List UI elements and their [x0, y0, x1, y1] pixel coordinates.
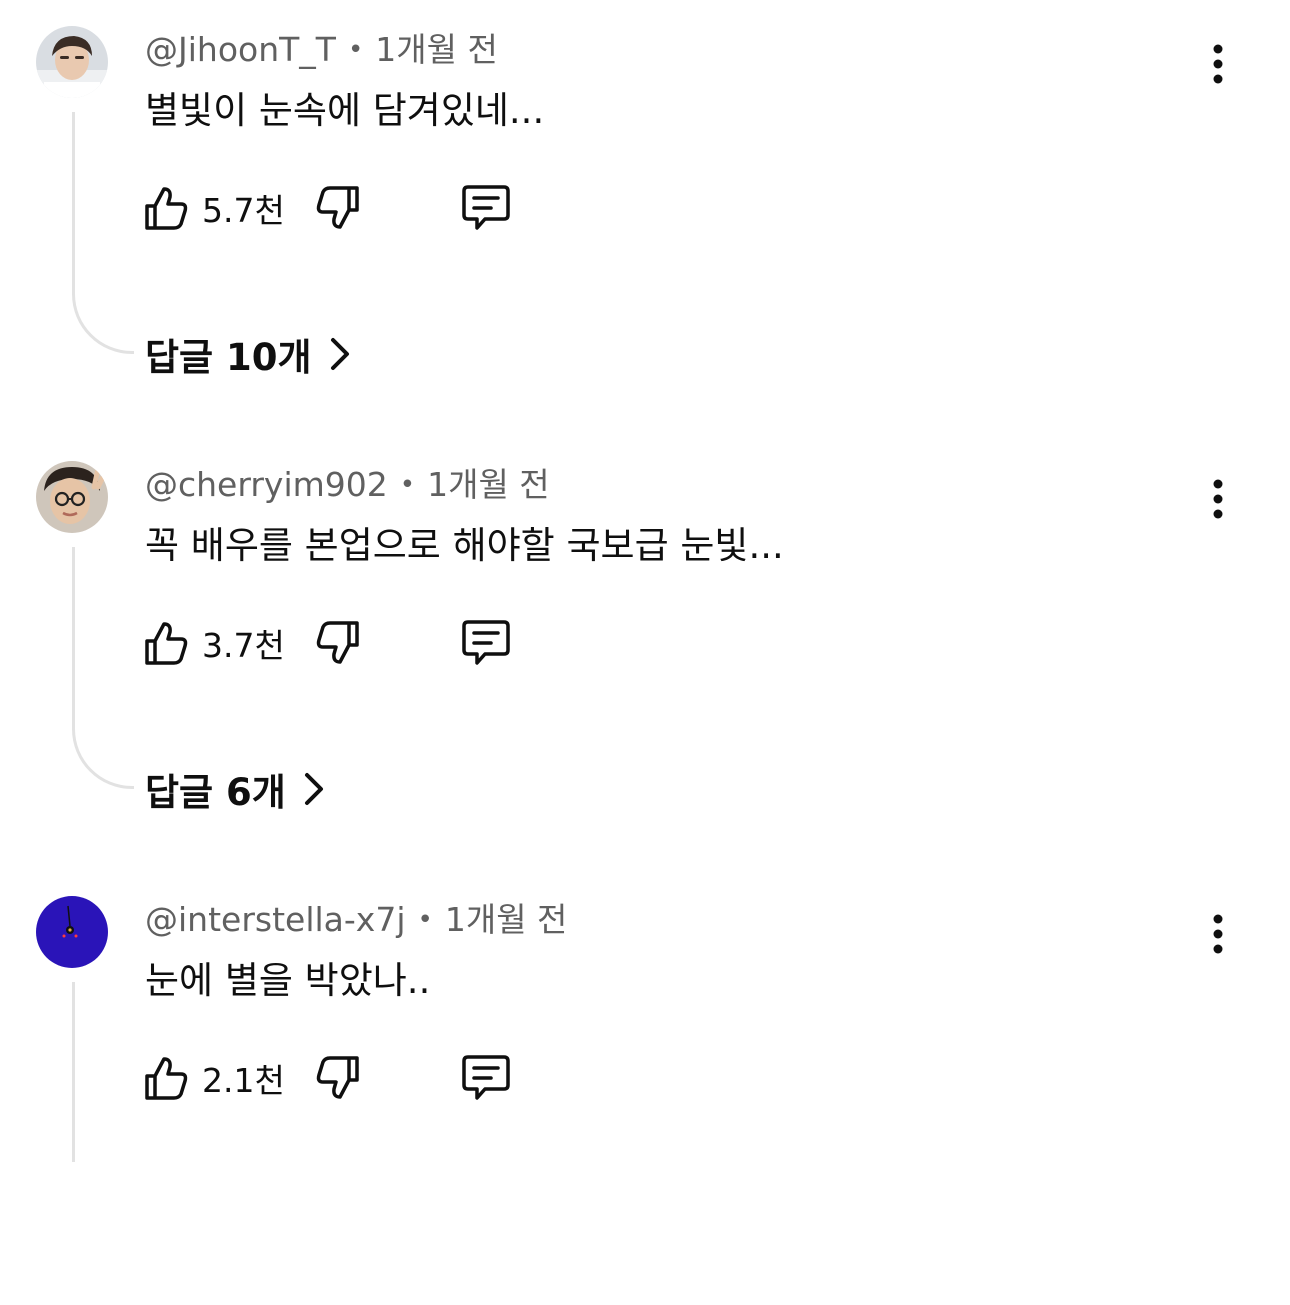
like-button[interactable]: 3.7천: [140, 615, 285, 671]
author-handle[interactable]: @cherryim902: [145, 465, 388, 504]
thumbs-down-icon: [316, 186, 359, 229]
comment-time: 1개월 전: [444, 900, 568, 939]
comment-item: @cherryim902 • 1개월 전 꼭 배우를 본업으로 해야할 국보급 눈빛…: [0, 435, 1290, 870]
reply-button[interactable]: [458, 615, 514, 671]
thread-line: [72, 982, 134, 1162]
comment-text: 눈에 별을 박았나..: [145, 959, 431, 1002]
avatar-photo-1: [36, 26, 108, 98]
like-count: 2.1천: [202, 1061, 285, 1100]
thread-line: [72, 112, 134, 354]
avatar-photo-3: [36, 896, 108, 968]
dislike-button[interactable]: [312, 180, 364, 236]
thumbs-down-icon: [316, 621, 359, 664]
thumbs-down-icon: [316, 1056, 359, 1099]
replies-label: 답글 10개: [145, 336, 312, 379]
like-button[interactable]: 2.1천: [140, 1050, 285, 1106]
thumbs-up-icon: [145, 622, 188, 665]
thumbs-up-icon: [145, 187, 188, 230]
replies-label: 답글 6개: [145, 771, 286, 814]
more-options-button[interactable]: [1196, 910, 1240, 958]
comment-meta: @JihoonT_T • 1개월 전: [145, 28, 498, 72]
like-button[interactable]: 5.7천: [140, 180, 285, 236]
comment-item: @JihoonT_T • 1개월 전 별빛이 눈속에 담겨있네... 5.7천: [0, 0, 1290, 435]
more-options-button[interactable]: [1196, 475, 1240, 523]
author-handle[interactable]: @interstella-x7j: [145, 900, 406, 939]
reply-button[interactable]: [458, 180, 514, 236]
comment-time: 1개월 전: [427, 465, 550, 504]
comment-meta: @cherryim902 • 1개월 전: [145, 463, 550, 507]
comment-time: 1개월 전: [375, 30, 498, 69]
avatar-photo-2: [36, 461, 108, 533]
comment-item: @interstella-x7j • 1개월 전 눈에 별을 박았나.. 2.1천: [0, 870, 1290, 1305]
comment-actions: 3.7천: [140, 615, 540, 675]
comment-icon: [462, 185, 510, 230]
meta-separator: •: [347, 35, 364, 65]
dislike-button[interactable]: [312, 615, 364, 671]
meta-separator: •: [399, 470, 416, 500]
like-count: 3.7천: [202, 626, 285, 665]
meta-separator: •: [417, 905, 433, 935]
thread-line: [72, 547, 134, 789]
like-count: 5.7천: [202, 191, 285, 230]
avatar[interactable]: [36, 896, 108, 968]
thumbs-up-icon: [145, 1057, 188, 1100]
view-replies-button[interactable]: 답글 10개: [145, 326, 350, 382]
comment-actions: 2.1천: [140, 1050, 540, 1110]
comment-actions: 5.7천: [140, 180, 540, 240]
avatar[interactable]: [36, 26, 108, 98]
comment-icon: [462, 1055, 510, 1100]
comment-meta: @interstella-x7j • 1개월 전: [145, 898, 567, 942]
view-replies-button[interactable]: 답글 6개: [145, 761, 324, 817]
comment-text: 꼭 배우를 본업으로 해야할 국보급 눈빛...: [145, 524, 784, 567]
author-handle[interactable]: @JihoonT_T: [145, 30, 336, 69]
reply-button[interactable]: [458, 1050, 514, 1106]
chevron-right-icon: [304, 772, 324, 806]
dislike-button[interactable]: [312, 1050, 364, 1106]
comment-icon: [462, 620, 510, 665]
comment-text: 별빛이 눈속에 담겨있네...: [145, 89, 545, 132]
more-vert-icon: [1213, 479, 1223, 519]
more-options-button[interactable]: [1196, 40, 1240, 88]
more-vert-icon: [1213, 44, 1223, 84]
avatar[interactable]: [36, 461, 108, 533]
chevron-right-icon: [330, 337, 350, 371]
more-vert-icon: [1213, 914, 1223, 954]
